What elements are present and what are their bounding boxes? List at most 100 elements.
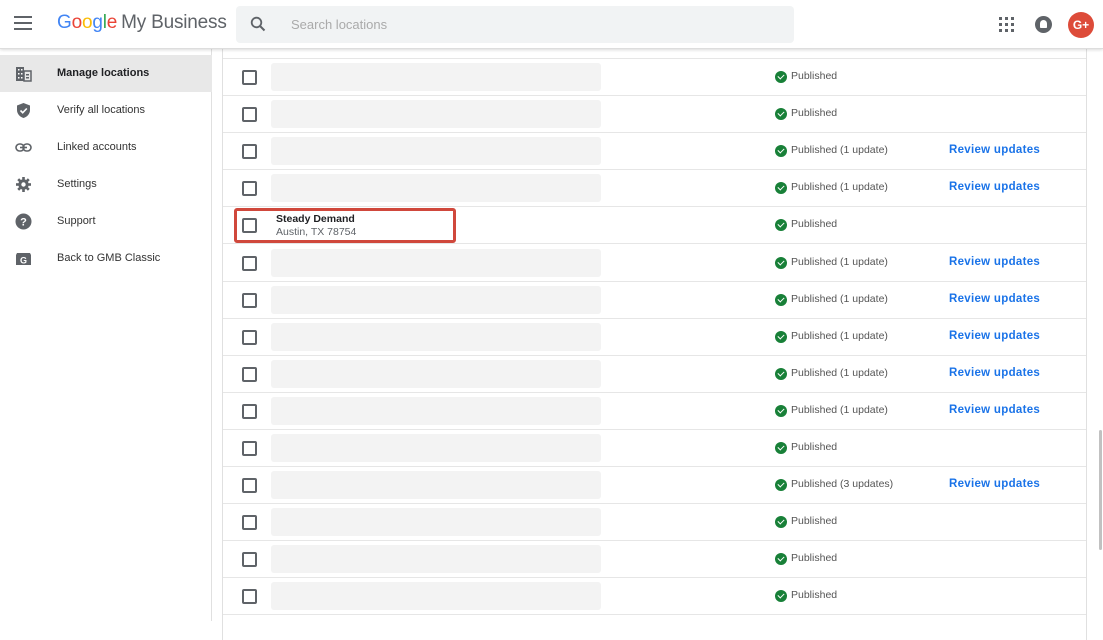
- row-checkbox[interactable]: [242, 144, 257, 159]
- sidebar-item-label: Manage locations: [57, 67, 150, 79]
- table-row[interactable]: Published (1 update) Review updates: [223, 170, 1086, 207]
- row-checkbox[interactable]: [242, 181, 257, 196]
- status-text: Published (1 update): [791, 367, 888, 379]
- logo-letter: e: [106, 12, 118, 33]
- svg-text:?: ?: [20, 217, 27, 229]
- status-text: Published (1 update): [791, 293, 888, 305]
- table-row[interactable]: Published (1 update) Review updates: [223, 356, 1086, 393]
- check-circle-icon: [775, 405, 787, 417]
- check-circle-icon: [775, 257, 787, 269]
- scrollbar-thumb[interactable]: [1099, 430, 1102, 550]
- google-my-business-logo[interactable]: Google My Business: [57, 12, 227, 34]
- redacted-location-placeholder: [271, 249, 601, 277]
- row-checkbox[interactable]: [242, 70, 257, 85]
- status-text: Published (3 updates): [791, 478, 894, 490]
- table-row[interactable]: Steady Demand Austin, TX 78754 Published: [223, 207, 1086, 244]
- check-circle-icon: [775, 71, 787, 83]
- hamburger-menu-icon[interactable]: [14, 16, 32, 32]
- row-checkbox[interactable]: [242, 515, 257, 530]
- table-row[interactable]: Published: [223, 430, 1086, 467]
- table-row[interactable]: Published (3 updates) Review updates: [223, 467, 1086, 504]
- table-row[interactable]: Published: [223, 541, 1086, 578]
- row-checkbox[interactable]: [242, 589, 257, 604]
- row-checkbox[interactable]: [242, 218, 257, 233]
- row-checkbox[interactable]: [242, 404, 257, 419]
- sidebar-item-label: Support: [57, 215, 96, 227]
- review-updates-link[interactable]: Review updates: [949, 478, 1040, 490]
- check-circle-icon: [775, 479, 787, 491]
- review-updates-link[interactable]: Review updates: [949, 404, 1040, 416]
- status-text: Published (1 update): [791, 181, 888, 193]
- table-row[interactable]: Published: [223, 504, 1086, 541]
- review-updates-link[interactable]: Review updates: [949, 256, 1040, 268]
- table-row[interactable]: Published (1 update) Review updates: [223, 245, 1086, 282]
- locations-table: Published Published Published (1 update) Re…: [222, 40, 1087, 640]
- row-checkbox[interactable]: [242, 552, 257, 567]
- logo-letter: o: [71, 12, 83, 33]
- sidebar-item-label: Back to GMB Classic: [57, 252, 161, 264]
- row-checkbox[interactable]: [242, 256, 257, 271]
- review-updates-link[interactable]: Review updates: [949, 330, 1040, 342]
- review-updates-link[interactable]: Review updates: [949, 293, 1040, 305]
- shield-check-icon: [17, 103, 30, 118]
- redacted-location-placeholder: [271, 545, 601, 573]
- status-text: Published: [791, 441, 838, 453]
- redacted-location-placeholder: [271, 286, 601, 314]
- account-avatar[interactable]: G+: [1068, 12, 1094, 38]
- redacted-location-placeholder: [271, 434, 601, 462]
- table-row[interactable]: Published (1 update) Review updates: [223, 319, 1086, 356]
- check-circle-icon: [775, 368, 787, 380]
- logo-letter: g: [92, 12, 103, 33]
- product-name: My Business: [121, 12, 227, 33]
- notifications-bell-icon[interactable]: [1035, 16, 1052, 33]
- svg-text:G: G: [20, 256, 27, 266]
- sidebar-item-linked-accounts[interactable]: Linked accounts: [0, 129, 212, 166]
- table-row[interactable]: Published (1 update) Review updates: [223, 282, 1086, 319]
- status-text: Published: [791, 218, 838, 230]
- sidebar-item-manage-locations[interactable]: Manage locations: [0, 55, 212, 92]
- sidebar-item-label: Settings: [57, 178, 97, 190]
- redacted-location-placeholder: [271, 471, 601, 499]
- status-text: Published: [791, 107, 838, 119]
- review-updates-link[interactable]: Review updates: [949, 181, 1040, 193]
- check-circle-icon: [775, 331, 787, 343]
- row-checkbox[interactable]: [242, 107, 257, 122]
- redacted-location-placeholder: [271, 100, 601, 128]
- row-checkbox[interactable]: [242, 293, 257, 308]
- search-icon[interactable]: [250, 16, 266, 32]
- check-circle-icon: [775, 219, 787, 231]
- table-row[interactable]: Published (1 update) Review updates: [223, 133, 1086, 170]
- table-row[interactable]: Published: [223, 96, 1086, 133]
- row-checkbox[interactable]: [242, 441, 257, 456]
- logo-letter: G: [57, 12, 72, 33]
- location-address: Austin, TX 78754: [276, 226, 357, 238]
- logo-letter: o: [81, 12, 93, 33]
- building-icon: [16, 67, 32, 82]
- check-circle-icon: [775, 145, 787, 157]
- table-row[interactable]: Published: [223, 578, 1086, 615]
- review-updates-link[interactable]: Review updates: [949, 144, 1040, 156]
- table-row[interactable]: Published (1 update) Review updates: [223, 393, 1086, 430]
- table-row[interactable]: Published: [223, 59, 1086, 96]
- sidebar-item-back-to-gmb-classic[interactable]: G Back to GMB Classic: [0, 240, 212, 277]
- row-checkbox[interactable]: [242, 478, 257, 493]
- sidebar-item-settings[interactable]: Settings: [0, 166, 212, 203]
- sidebar-item-verify-all-locations[interactable]: Verify all locations: [0, 92, 212, 129]
- sidebar-item-support[interactable]: ? Support: [0, 203, 212, 240]
- row-checkbox[interactable]: [242, 367, 257, 382]
- redacted-location-placeholder: [271, 174, 601, 202]
- check-circle-icon: [775, 442, 787, 454]
- top-app-bar: GoogleMy Business G+: [0, 0, 1103, 49]
- sidebar-item-label: Verify all locations: [57, 104, 146, 116]
- status-text: Published (1 update): [791, 404, 888, 416]
- row-checkbox[interactable]: [242, 330, 257, 345]
- redacted-location-placeholder: [271, 137, 601, 165]
- review-updates-link[interactable]: Review updates: [949, 367, 1040, 379]
- check-circle-icon: [775, 182, 787, 194]
- search-box[interactable]: [236, 6, 794, 43]
- apps-grid-icon[interactable]: [999, 17, 1014, 32]
- search-input[interactable]: [291, 6, 771, 43]
- sidebar-item-label: Linked accounts: [57, 141, 137, 153]
- check-circle-icon: [775, 553, 787, 565]
- location-name[interactable]: Steady Demand: [276, 213, 355, 225]
